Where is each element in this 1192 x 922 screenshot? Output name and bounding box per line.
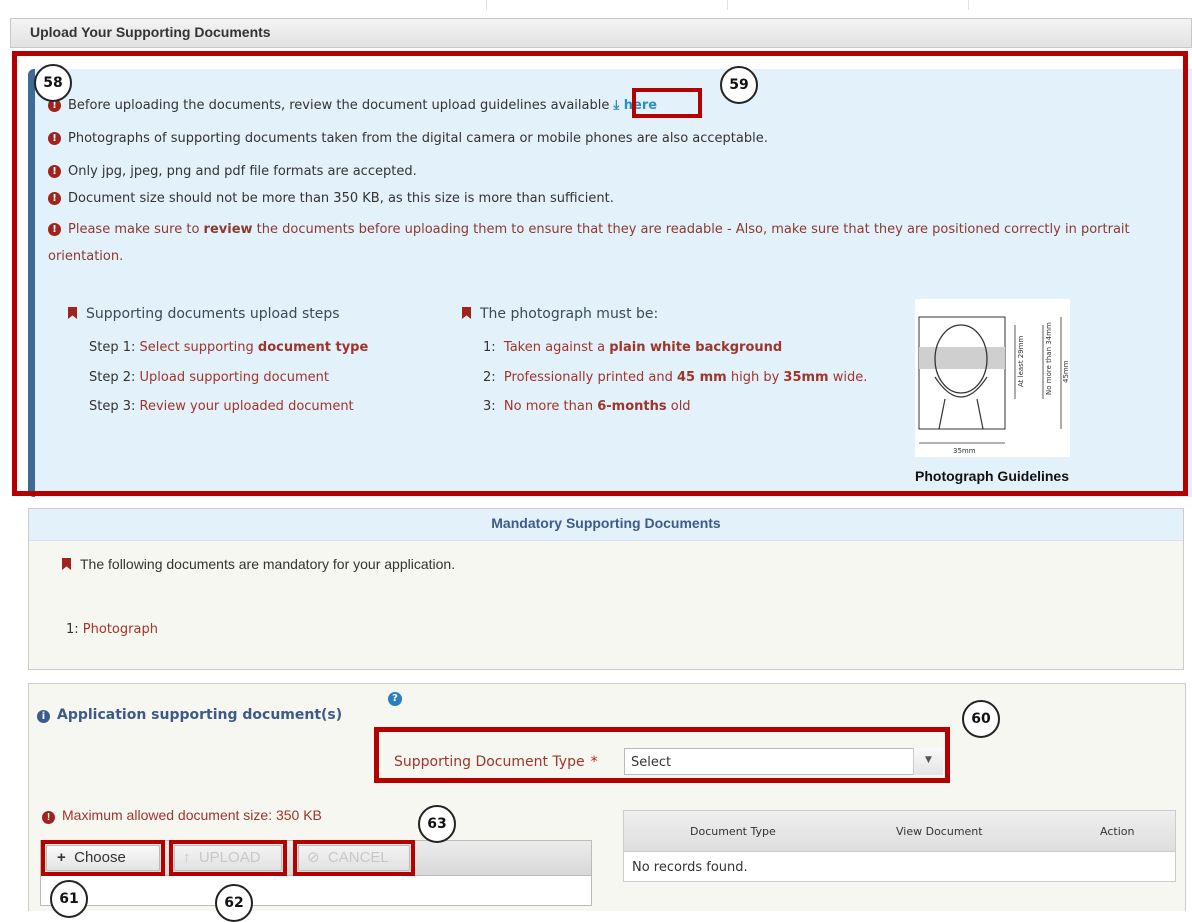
mandatory-documents-title: Mandatory Supporting Documents	[491, 515, 721, 531]
column-header-action: Action	[1100, 825, 1135, 838]
annotation-box-58	[12, 51, 1188, 496]
info-icon: i	[37, 710, 50, 723]
mandatory-item: 1: Photograph	[66, 622, 158, 637]
callout-63: 63	[418, 805, 456, 843]
callout-58: 58	[34, 64, 72, 102]
tab-divider	[968, 0, 969, 10]
exclamation-icon: !	[42, 811, 55, 824]
help-icon[interactable]: ?	[388, 692, 402, 706]
section-title: Upload Your Supporting Documents	[30, 24, 271, 40]
annotation-box-62	[169, 840, 287, 876]
bookmark-icon	[62, 558, 71, 570]
tab-divider	[486, 0, 487, 10]
callout-61: 61	[50, 880, 88, 918]
callout-62: 62	[215, 884, 253, 922]
annotation-box-59	[632, 88, 702, 118]
callout-60: 60	[962, 700, 1000, 738]
empty-table-message: No records found.	[632, 860, 748, 875]
annotation-box-60	[374, 727, 950, 783]
annotation-box-61	[41, 840, 165, 876]
column-header-view-document: View Document	[896, 825, 983, 838]
max-size-note: ! Maximum allowed document size: 350 KB	[42, 807, 322, 824]
mandatory-note: The following documents are mandatory fo…	[62, 556, 455, 572]
callout-59: 59	[720, 66, 758, 104]
application-documents-title: i Application supporting document(s)	[37, 707, 342, 723]
tab-divider	[727, 0, 728, 10]
column-header-document-type: Document Type	[690, 825, 776, 838]
upload-dropzone[interactable]	[40, 876, 592, 906]
annotation-box-63	[293, 840, 415, 876]
